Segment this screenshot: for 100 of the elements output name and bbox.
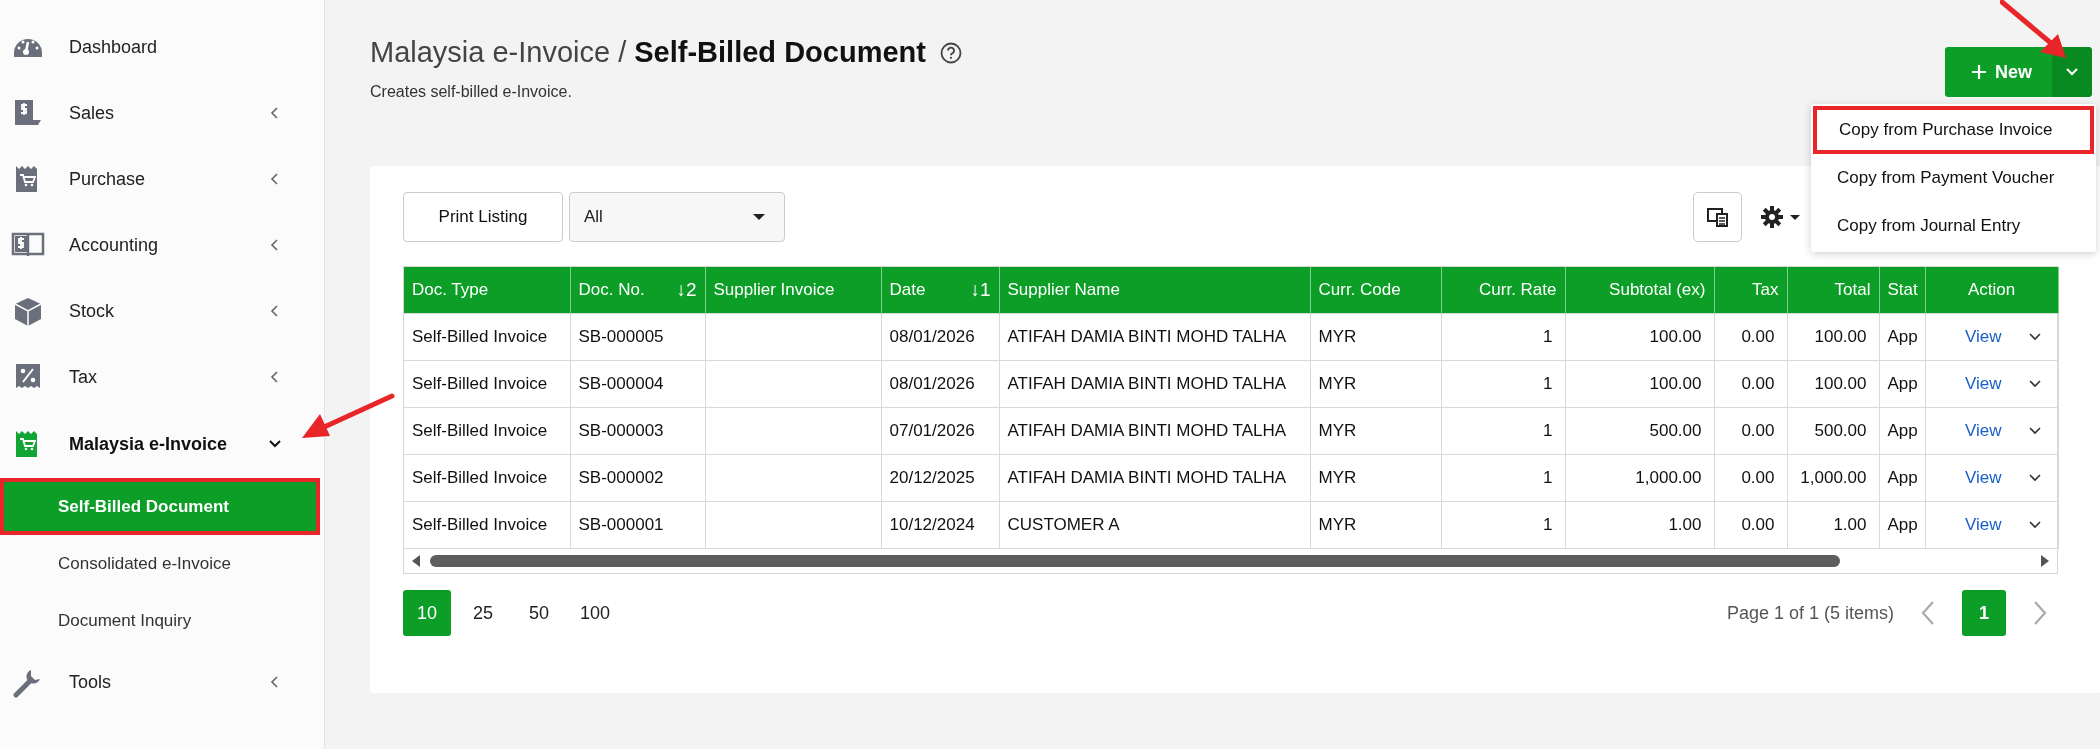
caret-icon[interactable] (2027, 332, 2042, 342)
column-header[interactable]: Stat (1887, 280, 1918, 300)
sidebar-subitem[interactable]: Consolidated e-Invoice (0, 535, 320, 592)
table-cell: 0.00 (1714, 407, 1787, 455)
column-header[interactable]: Tax (1752, 280, 1779, 300)
table-cell: SB-000004 (570, 360, 705, 408)
menu-item[interactable]: Copy from Purchase Invoice (1813, 106, 2094, 154)
column-header[interactable]: Supplier Invoice (713, 280, 835, 300)
column-header[interactable]: Doc. No. (578, 280, 645, 300)
gear-caret-icon (1760, 205, 1802, 229)
column-header[interactable]: Curr. Code (1318, 280, 1401, 300)
page-number-button[interactable]: 1 (1962, 590, 2006, 636)
table-cell: 1,000.00 (1565, 454, 1714, 502)
table-cell: 100.00 (1787, 360, 1879, 408)
scroll-left-icon[interactable] (410, 554, 422, 568)
table-cell: Self-Billed Invoice (404, 407, 570, 455)
page-size-option[interactable]: 25 (459, 590, 507, 636)
table-cell: ATIFAH DAMIA BINTI MOHD TALHA (999, 313, 1310, 361)
column-header[interactable]: Subtotal (ex) (1609, 280, 1706, 300)
view-link[interactable]: View (1964, 421, 2002, 441)
sidebar-item[interactable]: Tools (0, 649, 324, 715)
table-cell: 1,000.00 (1787, 454, 1879, 502)
column-header[interactable]: Date (889, 280, 926, 300)
column-header[interactable]: Doc. Type (412, 280, 489, 300)
column-header[interactable]: Curr. Rate (1479, 280, 1557, 300)
table-cell: SB-000002 (570, 454, 705, 502)
new-menu-toggle[interactable] (2052, 47, 2092, 97)
sidebar-item[interactable]: Purchase (0, 146, 324, 212)
table-cell: MYR (1310, 454, 1441, 502)
table-cell: 100.00 (1787, 313, 1879, 361)
column-header[interactable]: Supplier Name (1007, 280, 1120, 300)
page-subtitle: Creates self-billed e-Invoice. (370, 83, 573, 101)
sidebar-subitem[interactable]: Document Inquiry (0, 592, 320, 649)
page-size-option[interactable]: 100 (571, 590, 619, 636)
table-cell: MYR (1310, 407, 1441, 455)
column-header[interactable]: Action (1967, 280, 2016, 300)
table-cell: MYR (1310, 501, 1441, 549)
table-cell: 500.00 (1565, 407, 1714, 455)
caret-icon[interactable] (2027, 473, 2042, 483)
caret-icon (752, 213, 766, 221)
caret-icon[interactable] (2027, 379, 2042, 389)
scrollbar-thumb[interactable] (430, 555, 1840, 567)
page-size-option[interactable]: 50 (515, 590, 563, 636)
table-cell: ATIFAH DAMIA BINTI MOHD TALHA (999, 454, 1310, 502)
table-cell: 1 (1441, 313, 1565, 361)
sort-indicator[interactable]: ↓2 (676, 279, 697, 301)
plus-icon (1971, 64, 1987, 80)
table-cell: Self-Billed Invoice (404, 313, 570, 361)
caret-icon[interactable] (2027, 426, 2042, 436)
table-cell: 1 (1441, 454, 1565, 502)
table-cell: ATIFAH DAMIA BINTI MOHD TALHA (999, 407, 1310, 455)
table-cell: 20/12/2025 (881, 454, 999, 502)
view-link[interactable]: View (1964, 374, 2002, 394)
table-cell: App (1879, 407, 1925, 455)
table-cell: Self-Billed Invoice (404, 360, 570, 408)
page-title: Self-Billed Document (634, 36, 926, 69)
table-cell: App (1879, 454, 1925, 502)
sort-indicator[interactable]: ↓1 (970, 279, 991, 301)
view-link[interactable]: View (1964, 468, 2002, 488)
sidebar-item[interactable]: Tax (0, 344, 324, 410)
table-cell: 10/12/2024 (881, 501, 999, 549)
table-cell: 0.00 (1714, 454, 1787, 502)
table-cell: ATIFAH DAMIA BINTI MOHD TALHA (999, 360, 1310, 408)
table-cell: Self-Billed Invoice (404, 501, 570, 549)
table-cell: 1.00 (1565, 501, 1714, 549)
table-cell: 0.00 (1714, 313, 1787, 361)
caret-icon (2065, 66, 2079, 77)
breadcrumb-link[interactable]: Malaysia e-Invoice / (370, 36, 627, 69)
table-cell: 1.00 (1787, 501, 1879, 549)
sidebar-item[interactable]: Stock (0, 278, 324, 344)
view-link[interactable]: View (1964, 515, 2002, 535)
sidebar-item[interactable]: Malaysia e-Invoice (0, 410, 324, 478)
column-chooser-button[interactable] (1693, 192, 1742, 242)
settings-button[interactable] (1760, 205, 1802, 229)
sidebar-item[interactable]: Dashboard (0, 14, 324, 80)
table-cell: 07/01/2026 (881, 407, 999, 455)
table-cell: 1 (1441, 407, 1565, 455)
filter-dropdown[interactable]: All (569, 192, 785, 242)
sidebar-item[interactable]: Accounting (0, 212, 324, 278)
print-listing-button[interactable]: Print Listing (403, 192, 563, 242)
help-icon[interactable] (939, 41, 962, 64)
table-cell: Self-Billed Invoice (404, 454, 570, 502)
table-cell: 1 (1441, 360, 1565, 408)
table-cell: 500.00 (1787, 407, 1879, 455)
sidebar-subitem[interactable]: Self-Billed Document (0, 478, 320, 535)
sidebar-item[interactable]: Sales (0, 80, 324, 146)
menu-item[interactable]: Copy from Journal Entry (1811, 202, 2096, 250)
page-size-option[interactable]: 10 (403, 590, 451, 636)
table-cell: 0.00 (1714, 360, 1787, 408)
menu-item[interactable]: Copy from Payment Voucher (1811, 154, 2096, 202)
table-cell: App (1879, 501, 1925, 549)
table-cell: App (1879, 360, 1925, 408)
caret-icon[interactable] (2027, 520, 2042, 530)
table-cell: 1 (1441, 501, 1565, 549)
view-link[interactable]: View (1964, 327, 2002, 347)
table-cell: SB-000005 (570, 313, 705, 361)
table-cell: 100.00 (1565, 313, 1714, 361)
column-header[interactable]: Total (1834, 280, 1871, 300)
scroll-right-icon[interactable] (2039, 554, 2051, 568)
table-cell: MYR (1310, 360, 1441, 408)
